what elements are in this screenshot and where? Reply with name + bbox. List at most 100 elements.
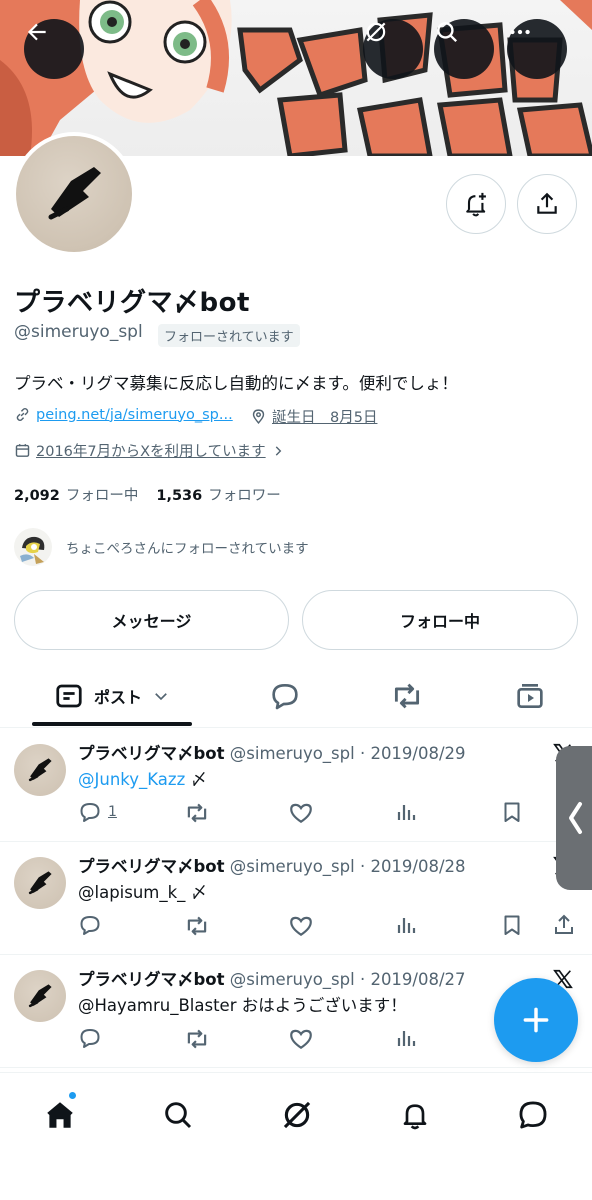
profile-banner[interactable] [0,0,592,156]
like-icon [290,803,312,823]
following-count-link[interactable]: 2,092 フォロー中 [14,484,138,505]
reply-icon [80,1029,100,1048]
tab-reposts[interactable] [382,668,432,724]
home-new-indicator [68,1091,77,1100]
tab-media[interactable] [505,668,555,724]
profile-link[interactable]: peing.net/ja/simeruyo_sp... [36,407,233,423]
views-button[interactable] [394,913,418,937]
reply-button[interactable]: 1 [78,800,117,824]
avatar-shime-mark [28,871,52,895]
like-button[interactable] [288,800,314,826]
share-button[interactable] [517,174,577,234]
joined-text[interactable]: 2016年7月からXを利用しています [36,440,266,461]
search-button[interactable] [434,19,494,79]
search-icon [165,1102,192,1129]
grok-button[interactable] [363,19,423,79]
nav-explore[interactable] [158,1095,198,1135]
back-arrow-icon [27,23,46,41]
tab-posts[interactable]: ポスト [32,668,192,724]
grok-icon [366,22,386,42]
like-button[interactable] [288,1026,314,1052]
nav-notifications[interactable] [395,1095,435,1135]
nav-home[interactable] [40,1091,80,1135]
repost-button[interactable] [184,1026,210,1052]
post-avatar[interactable] [14,744,66,796]
bell-plus-icon [466,192,486,217]
chevron-right-icon [275,445,281,456]
more-button[interactable] [507,19,567,79]
avatar-shime-mark [48,167,101,220]
post-item[interactable]: プラベリグマ〆bot @simeruyo_spl · 2019/08/29 @J… [0,730,592,842]
reply-button[interactable] [78,913,102,937]
views-icon [397,918,416,933]
grok-nav-icon [283,1101,311,1129]
like-icon [290,1029,312,1049]
avatar-shime-mark [28,758,52,782]
plus-icon [523,1007,549,1033]
followers-count: 1,536 [156,488,203,504]
follower-avatar-art [20,536,45,564]
post-avatar[interactable] [14,970,66,1022]
reply-icon [80,916,100,935]
tab-replies[interactable] [260,668,310,724]
nav-messages[interactable] [513,1095,553,1135]
repost-button[interactable] [184,913,210,939]
birthday-row: 誕生日 8月5日 [250,406,377,427]
bookmark-button[interactable] [500,913,524,937]
following-label: フォロー中 [65,488,139,504]
follow-counts: 2,092 フォロー中 1,536 フォロワー [14,484,281,505]
post-avatar[interactable] [14,857,66,909]
followers-count-link[interactable]: 1,536 フォロワー [156,484,280,505]
message-button[interactable]: メッセージ [14,590,289,650]
post-author-name[interactable]: プラベリグマ〆bot [78,970,225,989]
chevron-down-icon[interactable] [152,687,170,705]
views-icon [397,1031,416,1046]
profile-link-row[interactable]: peing.net/ja/simeruyo_sp... [14,406,233,423]
share-icon [555,914,573,934]
repost-icon [187,1029,207,1049]
nav-grok[interactable] [277,1095,317,1135]
post-author-name[interactable]: プラベリグマ〆bot [78,857,225,876]
bookmark-icon [504,802,520,822]
views-button[interactable] [394,1026,418,1050]
following-button[interactable]: フォロー中 [302,590,578,650]
search-icon [437,22,458,43]
post-item[interactable]: プラベリグマ〆bot @simeruyo_spl · 2019/08/28 @l… [0,843,592,955]
messages-icon [519,1101,547,1129]
post-text: @Hayamru_Blaster おはようございます！ [78,996,407,1015]
reply-icon [80,803,100,822]
followed-by-row[interactable]: ちょこぺろさんにフォローされています [14,528,309,566]
post-author-name[interactable]: プラベリグマ〆bot [78,744,225,763]
repost-button[interactable] [184,800,210,826]
bottom-navigation [0,1072,592,1200]
reply-tab-icon [272,684,298,710]
calendar-icon [15,444,30,457]
bookmark-button[interactable] [500,800,524,824]
back-button[interactable] [24,19,84,79]
profile-avatar[interactable] [12,132,136,256]
share-icon [537,192,557,214]
post-body: 〆 [185,770,207,789]
share-post-button[interactable] [552,913,576,937]
compose-post-button[interactable] [494,978,578,1062]
post-actions [78,913,578,937]
avatar-shime-mark [28,984,52,1008]
post-mention[interactable]: @Junky_Kazz [78,770,185,789]
reply-button[interactable] [78,1026,102,1050]
followers-label: フォロワー [208,488,281,504]
joined-row[interactable]: 2016年7月からXを利用しています [14,440,285,461]
like-icon [290,916,312,936]
notify-button[interactable] [446,174,506,234]
repost-tab-icon [394,683,420,709]
repost-icon [187,803,207,823]
profile-name: プラベリグマ〆bot [14,288,250,318]
views-button[interactable] [394,800,418,824]
location-icon [252,409,265,424]
media-tab-icon [517,684,543,708]
posts-tab-icon [56,684,82,708]
side-panel-handle[interactable] [556,746,592,890]
tab-posts-label: ポスト [93,688,142,707]
like-button[interactable] [288,913,314,939]
reply-count: 1 [108,804,117,820]
post-header: プラベリグマ〆bot @simeruyo_spl · 2019/08/28 [78,853,466,877]
